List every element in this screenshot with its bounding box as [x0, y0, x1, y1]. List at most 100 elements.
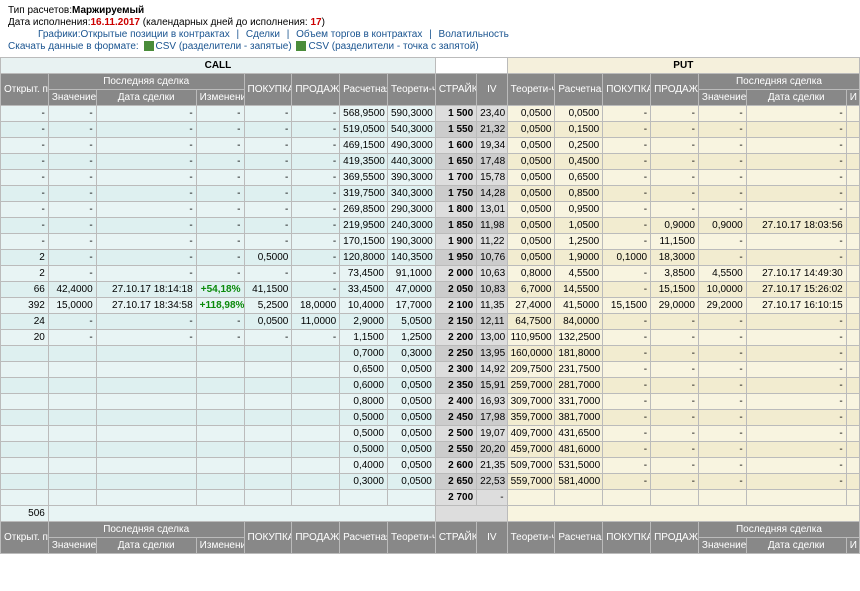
cell-pdate: - [746, 330, 846, 346]
link-volatility[interactable]: Волатильность [439, 29, 509, 40]
cell-cbuy: - [244, 186, 292, 202]
cell-cdate: - [96, 202, 196, 218]
table-row: 2-----73,450091,10002 00010,630,80004,55… [1, 266, 860, 282]
cell-cdate: - [96, 106, 196, 122]
col-change: Изменение к закрытию [196, 90, 244, 106]
cell-cdate [96, 458, 196, 474]
cell-pdate: - [746, 474, 846, 490]
cell-pop [846, 298, 859, 314]
cell-pbuy: - [603, 218, 651, 234]
cell-csell [292, 474, 340, 490]
link-open-positions[interactable]: Открытые позиции в контрактах [81, 29, 230, 40]
cell-cval: 42,4000 [48, 282, 96, 298]
cell-cdate [96, 410, 196, 426]
cell-pop [846, 186, 859, 202]
cell-strike: 1 900 [435, 234, 476, 250]
col-last-deal: Последняя сделка [48, 74, 244, 90]
cell-cval [48, 362, 96, 378]
cell-csell [292, 394, 340, 410]
cell-cop: - [1, 106, 49, 122]
cell-ptheo: 0,0500 [507, 122, 555, 138]
cell-cval: - [48, 170, 96, 186]
cell-cval [48, 442, 96, 458]
cell-ctheo: 340,3000 [387, 186, 435, 202]
cell-pop [846, 474, 859, 490]
link-csv-comma[interactable]: CSV (разделители - запятые) [156, 41, 292, 52]
call-section-header: CALL [1, 58, 436, 74]
cell-cbuy: - [244, 234, 292, 250]
cell-ptheo: 559,7000 [507, 474, 555, 490]
table-row: 0,50000,05002 55020,20459,7000481,6000--… [1, 442, 860, 458]
cell-ccalc: 120,8000 [340, 250, 388, 266]
cell-cdate: - [96, 170, 196, 186]
link-deals[interactable]: Сделки [246, 29, 280, 40]
cell-cbuy [244, 458, 292, 474]
cell-pdate: - [746, 442, 846, 458]
col-last-deal: Последняя сделка [48, 522, 244, 538]
cell-ptheo: 160,0000 [507, 346, 555, 362]
cell-psell: - [651, 154, 699, 170]
cell-cop [1, 426, 49, 442]
cell-cop: 392 [1, 298, 49, 314]
total-open-pos: 506 [1, 506, 49, 522]
cell-psell: - [651, 346, 699, 362]
cell-strike: 1 550 [435, 122, 476, 138]
cell-cdate: - [96, 250, 196, 266]
cell-ccalc: 1,1500 [340, 330, 388, 346]
cell-cbuy: 0,0500 [244, 314, 292, 330]
cell-cval: - [48, 314, 96, 330]
cell-cchg: - [196, 314, 244, 330]
col-deal-date: Дата сделки [96, 90, 196, 106]
cell-iv: 11,98 [477, 218, 507, 234]
table-row: ------369,5500390,30001 70015,780,05000,… [1, 170, 860, 186]
footer-blank [507, 506, 859, 522]
cell-pval: - [698, 426, 746, 442]
cell-iv: 13,00 [477, 330, 507, 346]
cell-csell: - [292, 234, 340, 250]
cell-cbuy: - [244, 218, 292, 234]
cell-pval: - [698, 458, 746, 474]
csv-icon [296, 41, 306, 51]
cell-cop [1, 410, 49, 426]
cell-cop: - [1, 202, 49, 218]
charts-links-row: Графики:Открытые позиции в контрактах | … [8, 29, 852, 40]
cell-strike: 2 250 [435, 346, 476, 362]
cell-strike: 2 700 [435, 490, 476, 506]
col-strike: СТРАЙК [435, 74, 476, 106]
cell-iv: 14,92 [477, 362, 507, 378]
link-volume[interactable]: Объем торгов в контрактах [296, 29, 422, 40]
cell-pval: - [698, 122, 746, 138]
cell-pdate: - [746, 458, 846, 474]
cell-cop: - [1, 218, 49, 234]
cell-pbuy: - [603, 266, 651, 282]
table-row: ------269,8500290,30001 80013,010,05000,… [1, 202, 860, 218]
link-csv-semicolon[interactable]: CSV (разделители - точка с запятой) [308, 41, 478, 52]
cell-cbuy: - [244, 106, 292, 122]
cell-ccalc: 568,9500 [340, 106, 388, 122]
cell-iv: 17,48 [477, 154, 507, 170]
cell-pcalc: 481,6000 [555, 442, 603, 458]
cell-iv: 14,28 [477, 186, 507, 202]
cell-pval: 10,0000 [698, 282, 746, 298]
cell-pop [846, 394, 859, 410]
cell-ccalc: 0,5000 [340, 410, 388, 426]
col-calc-price: Расчетная цена [340, 74, 388, 106]
cell-cchg [196, 378, 244, 394]
col-sell: ПРОДАЖА [292, 74, 340, 106]
col-value: Значение [698, 90, 746, 106]
cell-cval: - [48, 218, 96, 234]
cell-cbuy [244, 410, 292, 426]
cell-pval: - [698, 442, 746, 458]
col-open-pos: Открыт. позиций [1, 522, 49, 554]
cell-cchg [196, 410, 244, 426]
cell-pop [846, 266, 859, 282]
cell-pop [846, 362, 859, 378]
cell-cval [48, 394, 96, 410]
cell-strike: 1 700 [435, 170, 476, 186]
cell-pbuy [603, 490, 651, 506]
col-theo-price: Теорети-ческая цена [387, 522, 435, 554]
col-iv: IV [477, 522, 507, 554]
cell-ccalc: 0,3000 [340, 474, 388, 490]
cell-csell: - [292, 282, 340, 298]
cell-ccalc: 33,4500 [340, 282, 388, 298]
